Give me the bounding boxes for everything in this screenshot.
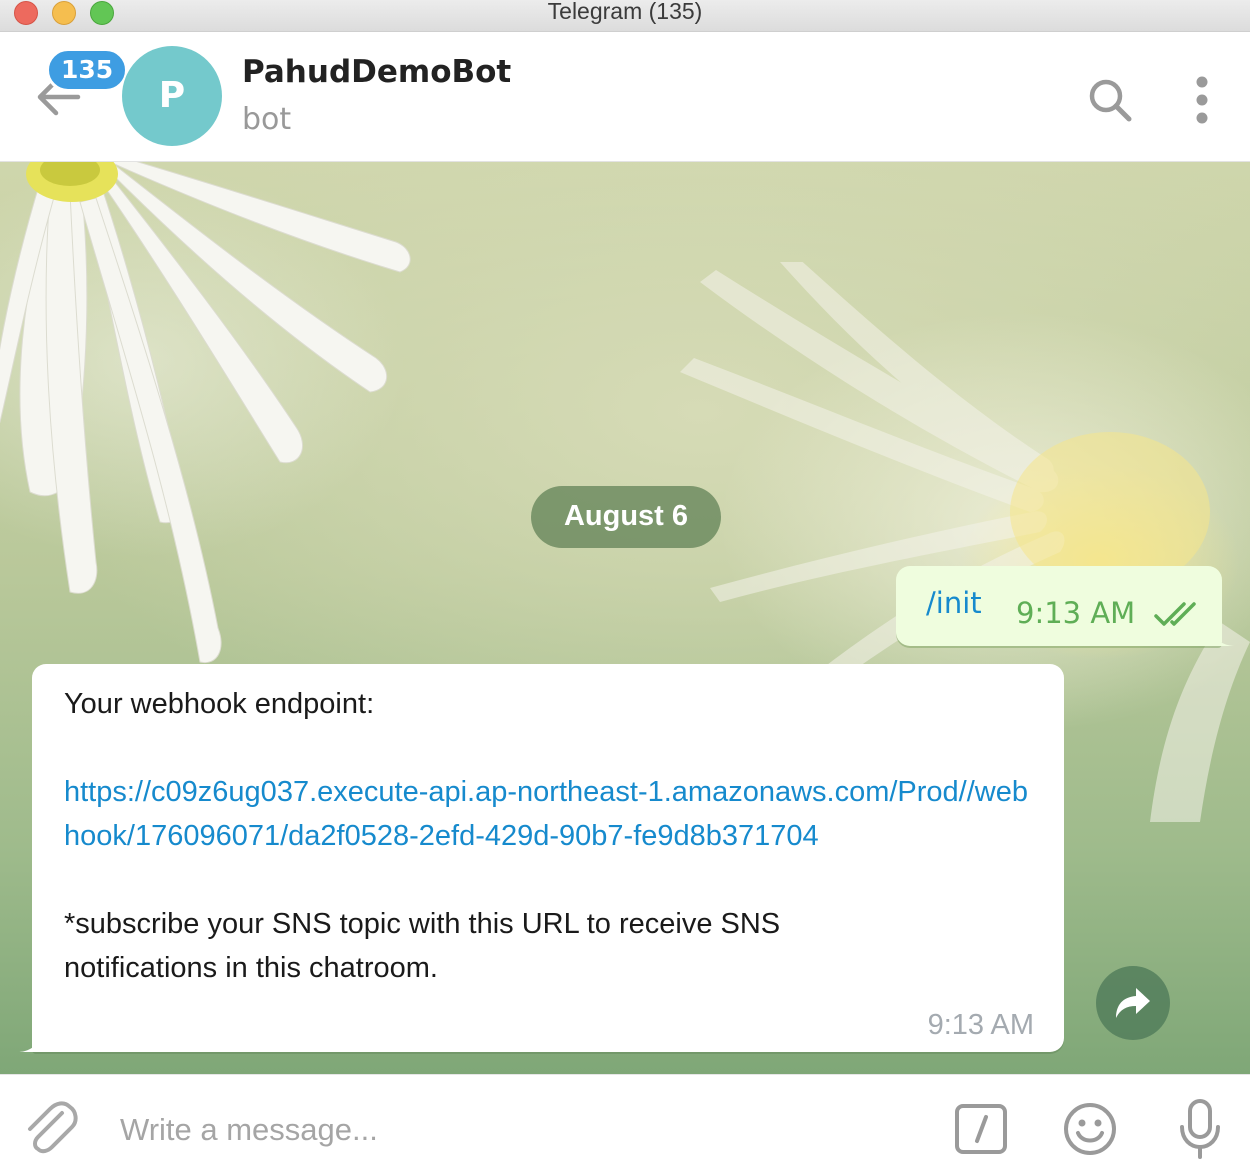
chat-title[interactable]: PahudDemoBot bbox=[242, 54, 511, 90]
more-options-button[interactable] bbox=[1188, 74, 1216, 126]
message-intro: Your webhook endpoint: bbox=[64, 688, 375, 720]
double-check-icon bbox=[1154, 602, 1196, 626]
incoming-bubble-tail bbox=[18, 1038, 40, 1052]
chat-header: 135 P PahudDemoBot bot bbox=[0, 32, 1250, 162]
message-note: *subscribe your SNS topic with this URL … bbox=[64, 908, 781, 984]
message-composer bbox=[0, 1074, 1250, 1174]
webhook-link[interactable]: https://c09z6ug037.execute-api.ap-northe… bbox=[64, 770, 1034, 858]
unread-count-badge: 135 bbox=[46, 48, 129, 92]
search-button[interactable] bbox=[1086, 76, 1134, 124]
forward-message-button[interactable] bbox=[1096, 966, 1170, 1040]
window-title: Telegram (135) bbox=[547, 0, 703, 24]
emoji-button[interactable] bbox=[1062, 1101, 1118, 1157]
bot-commands-button[interactable] bbox=[954, 1103, 1008, 1155]
share-arrow-icon bbox=[1116, 988, 1150, 1018]
slash-command-icon bbox=[955, 1104, 1007, 1154]
message-time: 9:13 AM bbox=[1016, 596, 1136, 630]
message-time: 9:13 AM bbox=[927, 1009, 1034, 1041]
chat-history[interactable]: August 6 /init 9:13 AM Your webhook endp… bbox=[0, 162, 1250, 1074]
voice-message-button[interactable] bbox=[1176, 1099, 1224, 1161]
message-input[interactable] bbox=[120, 1105, 920, 1155]
message-text[interactable]: /init bbox=[926, 586, 982, 620]
microphone-icon bbox=[1180, 1099, 1220, 1159]
search-icon bbox=[1089, 79, 1132, 122]
window-title-bar: Telegram (135) bbox=[0, 0, 1250, 32]
emoji-icon bbox=[1064, 1103, 1116, 1155]
message-body: Your webhook endpoint: https://c09z6ug03… bbox=[64, 682, 1044, 990]
wallpaper-daisy-left bbox=[0, 162, 411, 664]
attach-button[interactable] bbox=[22, 1099, 78, 1155]
more-vertical-icon bbox=[1196, 76, 1208, 124]
incoming-message[interactable]: Your webhook endpoint: https://c09z6ug03… bbox=[32, 664, 1064, 1052]
date-separator: August 6 bbox=[531, 486, 721, 548]
avatar[interactable]: P bbox=[122, 46, 222, 146]
paperclip-icon bbox=[28, 1101, 78, 1154]
chat-status: bot bbox=[242, 102, 292, 137]
outgoing-bubble-tail bbox=[1212, 632, 1236, 646]
outgoing-message[interactable]: /init 9:13 AM bbox=[896, 566, 1222, 646]
